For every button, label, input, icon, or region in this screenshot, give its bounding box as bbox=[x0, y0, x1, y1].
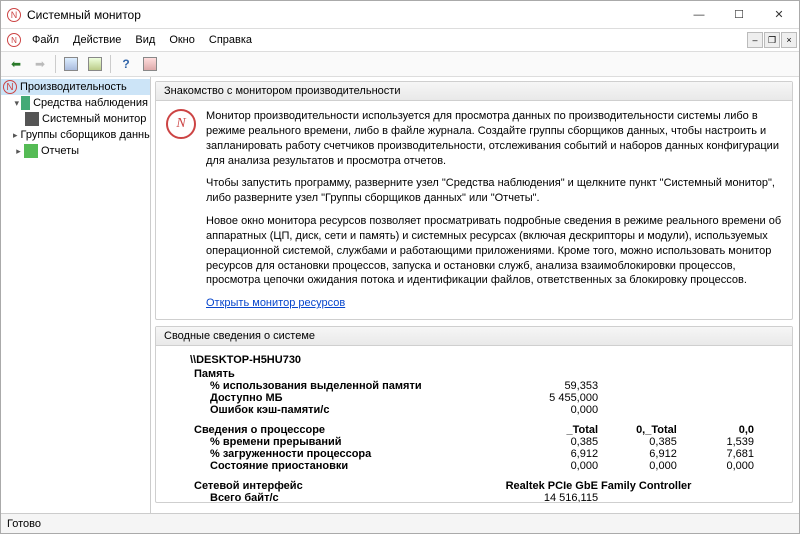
hostname: \\DESKTOP-H5HU730 bbox=[190, 354, 758, 366]
help-button[interactable]: ? bbox=[115, 54, 137, 74]
tree-label: Группы сборщиков данных bbox=[21, 129, 151, 141]
tree-label: Системный монитор bbox=[42, 113, 146, 125]
content-pane: Знакомство с монитором производительност… bbox=[151, 77, 799, 513]
mdi-minimize-button[interactable]: – bbox=[747, 32, 763, 48]
overview-panel: Знакомство с монитором производительност… bbox=[155, 81, 793, 320]
tree-performance[interactable]: N Производительность bbox=[1, 79, 150, 95]
toolbar-button-3[interactable] bbox=[139, 54, 161, 74]
toolbar-button-2[interactable] bbox=[84, 54, 106, 74]
table-row: Ошибок кэш-памяти/с0,000 bbox=[190, 404, 758, 416]
overview-header: Знакомство с монитором производительност… bbox=[156, 82, 792, 101]
folder-icon bbox=[21, 96, 31, 110]
table-row: Доступно МБ5 455,000 bbox=[190, 392, 758, 404]
section-cpu: Сведения о процессоре _Total 0,_Total 0,… bbox=[190, 424, 758, 436]
table-row: Всего байт/с14 516,115 bbox=[190, 492, 758, 502]
tree-label: Производительность bbox=[20, 81, 127, 93]
app-icon: N bbox=[7, 8, 21, 22]
system-summary-panel: Сводные сведения о системе \\DESKTOP-H5H… bbox=[155, 326, 793, 503]
expand-icon[interactable]: ▸ bbox=[13, 130, 18, 141]
statusbar: Готово bbox=[1, 513, 799, 533]
menu-action[interactable]: Действие bbox=[66, 32, 128, 48]
report-icon bbox=[24, 144, 38, 158]
perf-icon: N bbox=[3, 80, 17, 94]
mdi-close-button[interactable]: × bbox=[781, 32, 797, 48]
table-row: % загруженности процессора6,9126,9127,68… bbox=[190, 448, 758, 460]
toolbar-separator bbox=[55, 55, 56, 73]
collapse-icon[interactable]: ▾ bbox=[13, 98, 21, 109]
tree-reports[interactable]: ▸ Отчеты bbox=[1, 143, 150, 159]
system-summary-header: Сводные сведения о системе bbox=[156, 327, 792, 346]
section-net: Сетевой интерфейс Realtek PCIe GbE Famil… bbox=[190, 480, 758, 492]
status-text: Готово bbox=[7, 518, 41, 530]
overview-text-3: Новое окно монитора ресурсов позволяет п… bbox=[206, 214, 782, 288]
tree-collector-sets[interactable]: ▸ Группы сборщиков данных bbox=[1, 127, 150, 143]
tree-system-monitor[interactable]: Системный монитор bbox=[1, 111, 150, 127]
table-row: % времени прерываний0,3850,3851,539 bbox=[190, 436, 758, 448]
nav-tree: N Производительность ▾ Средства наблюден… bbox=[1, 77, 151, 513]
table-row: % использования выделенной памяти59,353 bbox=[190, 380, 758, 392]
expand-icon[interactable]: ▸ bbox=[13, 146, 24, 157]
tree-label: Отчеты bbox=[41, 145, 79, 157]
monitor-icon bbox=[25, 112, 39, 126]
forward-button[interactable]: ➡ bbox=[29, 54, 51, 74]
toolbar-separator bbox=[110, 55, 111, 73]
table-row: Состояние приостановки0,0000,0000,000 bbox=[190, 460, 758, 472]
menu-window[interactable]: Окно bbox=[162, 32, 202, 48]
system-summary-body[interactable]: \\DESKTOP-H5HU730 Память % использования… bbox=[156, 346, 792, 502]
app-icon-small: N bbox=[7, 33, 21, 47]
overview-text-2: Чтобы запустить программу, разверните уз… bbox=[206, 176, 782, 206]
toolbar-button-1[interactable] bbox=[60, 54, 82, 74]
app-window: N Системный монитор — ☐ ✕ N Файл Действи… bbox=[0, 0, 800, 534]
menu-help[interactable]: Справка bbox=[202, 32, 259, 48]
menubar: N Файл Действие Вид Окно Справка – ❐ × bbox=[1, 29, 799, 51]
overview-icon: N bbox=[166, 109, 196, 139]
overview-text-1: Монитор производительности используется … bbox=[206, 109, 782, 168]
back-button[interactable]: ⬅ bbox=[5, 54, 27, 74]
close-button[interactable]: ✕ bbox=[759, 1, 799, 29]
open-resource-monitor-link[interactable]: Открыть монитор ресурсов bbox=[206, 297, 345, 309]
menu-view[interactable]: Вид bbox=[128, 32, 162, 48]
toolbar: ⬅ ➡ ? bbox=[1, 51, 799, 77]
window-title: Системный монитор bbox=[27, 8, 679, 22]
tree-monitoring-tools[interactable]: ▾ Средства наблюдения bbox=[1, 95, 150, 111]
maximize-button[interactable]: ☐ bbox=[719, 1, 759, 29]
mdi-restore-button[interactable]: ❐ bbox=[764, 32, 780, 48]
minimize-button[interactable]: — bbox=[679, 1, 719, 29]
section-memory: Память bbox=[190, 368, 758, 380]
titlebar: N Системный монитор — ☐ ✕ bbox=[1, 1, 799, 29]
tree-label: Средства наблюдения bbox=[33, 97, 148, 109]
menu-file[interactable]: Файл bbox=[25, 32, 66, 48]
